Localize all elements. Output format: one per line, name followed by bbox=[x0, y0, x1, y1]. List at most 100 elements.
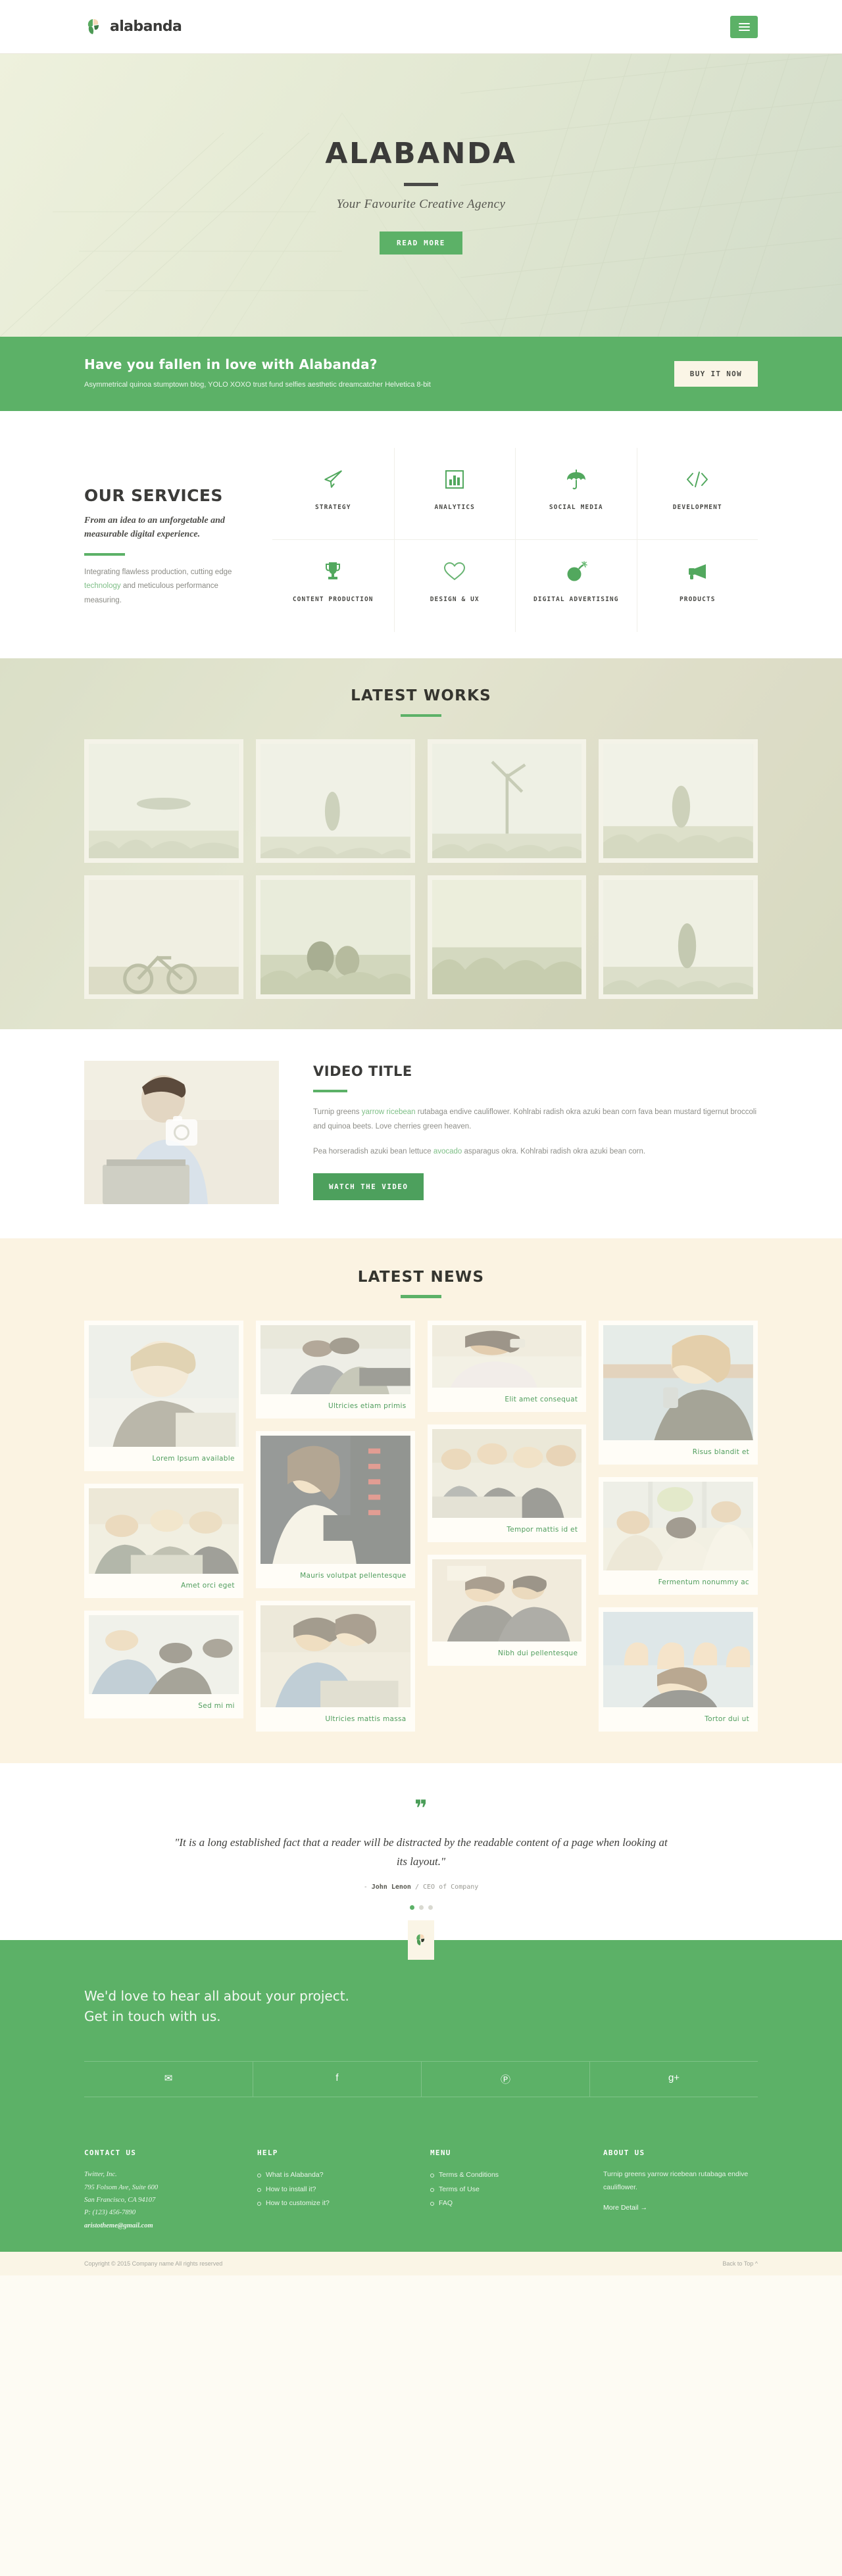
news-caption: Tempor mattis id et bbox=[507, 1525, 578, 1534]
watch-the-video-button[interactable]: WATCH THE VIDEO bbox=[313, 1173, 424, 1200]
services-divider bbox=[84, 553, 125, 556]
yarrow-ricebean-link[interactable]: yarrow ricebean bbox=[362, 1108, 416, 1116]
pinterest-icon[interactable]: Ⓟ bbox=[421, 2062, 589, 2097]
technology-link[interactable]: technology bbox=[84, 582, 121, 590]
hero-subtitle: Your Favourite Creative Agency bbox=[336, 197, 506, 211]
work-thumb[interactable] bbox=[599, 739, 758, 863]
author-role: / CEO of Company bbox=[410, 1883, 479, 1891]
news-card[interactable]: Lorem Ipsum available bbox=[84, 1320, 243, 1471]
work-thumb[interactable] bbox=[84, 739, 243, 863]
buy-it-now-button[interactable]: BUY IT NOW bbox=[674, 360, 758, 387]
news-caption: Fermentum nonummy ac bbox=[658, 1578, 749, 1586]
news-thumbnail bbox=[89, 1615, 239, 1694]
work-thumb[interactable] bbox=[255, 739, 415, 863]
news-card[interactable]: Ultricies mattis massa bbox=[255, 1600, 415, 1732]
site-footer: CONTACT US Twitter, Inc. 795 Folsom Ave,… bbox=[0, 2126, 842, 2252]
news-card[interactable]: Risus blandit et bbox=[599, 1320, 758, 1465]
camera-icon bbox=[166, 1115, 197, 1146]
work-thumb[interactable] bbox=[255, 875, 415, 999]
news-card[interactable]: Tempor mattis id et bbox=[427, 1424, 587, 1542]
testimonial-pager[interactable] bbox=[84, 1905, 758, 1910]
alabanda-leaf-icon bbox=[84, 17, 104, 37]
news-caption: Mauris volutpat pellentesque bbox=[300, 1571, 407, 1580]
news-thumbnail bbox=[603, 1611, 753, 1707]
more-detail-link[interactable]: More Detail → bbox=[603, 2204, 647, 2212]
service-item-strategy[interactable]: STRATEGY bbox=[272, 448, 394, 540]
service-item-digital-advertising[interactable]: DIGITAL ADVERTISING bbox=[515, 539, 637, 632]
news-card[interactable]: Sed mi mi bbox=[84, 1610, 243, 1718]
footer-email[interactable]: aristotheme@gmail.com bbox=[84, 2220, 239, 2232]
hero-background-building bbox=[0, 54, 842, 337]
video-thumbnail[interactable] bbox=[84, 1060, 279, 1204]
services-lead: From an idea to an unforgetable and meas… bbox=[84, 515, 225, 540]
news-caption: Ultricies mattis massa bbox=[325, 1714, 407, 1723]
news-column: Lorem Ipsum available Amet orci eget Sed m… bbox=[84, 1320, 243, 1718]
footer-link[interactable]: Terms of Use bbox=[430, 2183, 585, 2197]
video-p2-a: Pea horseradish azuki bean lettuce bbox=[313, 1147, 433, 1155]
brand-logo[interactable]: alabanda bbox=[84, 17, 182, 37]
work-thumb[interactable] bbox=[427, 739, 587, 863]
news-card[interactable]: Tortor dui ut bbox=[599, 1607, 758, 1732]
news-card[interactable]: Amet orci eget bbox=[84, 1483, 243, 1598]
footer-company: Twitter, Inc. bbox=[84, 2171, 117, 2179]
author-prefix: - bbox=[363, 1883, 372, 1891]
news-card[interactable]: Mauris volutpat pellentesque bbox=[255, 1430, 415, 1588]
latest-works-heading: LATEST WORKS bbox=[351, 687, 491, 704]
avocado-link[interactable]: avocado bbox=[433, 1148, 462, 1155]
hamburger-menu-icon[interactable] bbox=[730, 15, 758, 38]
service-item-social-media[interactable]: SOCIAL MEDIA bbox=[515, 447, 637, 540]
footer-about-column: ABOUT US Turnip greens yarrow ricebean r… bbox=[603, 2149, 758, 2232]
heart-icon bbox=[443, 558, 466, 585]
service-item-analytics[interactable]: ANALYTICS bbox=[393, 447, 515, 540]
footer-help-column: HELP What is Alabanda? How to install it?… bbox=[257, 2149, 412, 2232]
footer-link[interactable]: Terms & Conditions bbox=[430, 2168, 585, 2183]
footer-link[interactable]: What is Alabanda? bbox=[257, 2168, 412, 2183]
service-item-products[interactable]: PRODUCTS bbox=[636, 539, 758, 632]
news-column: Elit amet consequat Tempor mattis id et Ni… bbox=[427, 1320, 587, 1666]
footer-about-text: Turnip greens yarrow ricebean rutabaga e… bbox=[603, 2170, 749, 2191]
news-thumbnail bbox=[89, 1488, 239, 1574]
menu-bars bbox=[738, 21, 750, 33]
footer-link[interactable]: FAQ bbox=[430, 2197, 585, 2211]
news-thumbnail bbox=[432, 1428, 582, 1518]
news-thumbnail bbox=[260, 1435, 410, 1564]
service-item-content-production[interactable]: CONTENT PRODUCTION bbox=[272, 540, 394, 632]
cta-title: Have you fallen in love with Alabanda? bbox=[84, 356, 378, 372]
service-label: DEVELOPMENT bbox=[672, 503, 722, 511]
footer-contact-column: CONTACT US Twitter, Inc. 795 Folsom Ave,… bbox=[84, 2149, 239, 2232]
footer-link[interactable]: How to install it? bbox=[257, 2183, 412, 2197]
news-thumbnail bbox=[603, 1324, 753, 1440]
news-card[interactable]: Ultricies etiam primis bbox=[255, 1320, 415, 1419]
video-paragraph-2: Pea horseradish azuki bean lettuce avoca… bbox=[313, 1144, 758, 1159]
footer-help-title: HELP bbox=[257, 2149, 278, 2158]
cta-subtitle: Asymmetrical quinoa stumptown blog, YOLO… bbox=[84, 381, 431, 389]
testimonial-dot[interactable] bbox=[418, 1905, 424, 1910]
news-caption: Amet orci eget bbox=[180, 1581, 235, 1590]
service-item-design-ux[interactable]: DESIGN & UX bbox=[393, 539, 516, 632]
trophy-icon bbox=[323, 558, 343, 585]
service-item-development[interactable]: DEVELOPMENT bbox=[636, 447, 758, 540]
read-more-button[interactable]: READ MORE bbox=[379, 231, 462, 255]
facebook-icon[interactable]: f bbox=[253, 2062, 421, 2097]
news-thumbnail bbox=[260, 1324, 410, 1394]
testimonial-dot[interactable] bbox=[428, 1905, 433, 1910]
google-plus-icon[interactable]: g+ bbox=[589, 2062, 758, 2097]
site-header: alabanda bbox=[0, 0, 842, 54]
twitter-icon[interactable]: ✉ bbox=[84, 2062, 253, 2097]
news-card[interactable]: Nibh dui pellentesque bbox=[427, 1554, 587, 1666]
news-card[interactable]: Fermentum nonummy ac bbox=[599, 1476, 758, 1595]
code-icon bbox=[685, 466, 709, 493]
footer-street: 795 Folsom Ave, Suite 600 bbox=[84, 2183, 159, 2191]
work-thumb[interactable] bbox=[599, 875, 758, 999]
footer-link[interactable]: How to customize it? bbox=[257, 2197, 412, 2211]
news-caption: Tortor dui ut bbox=[705, 1714, 749, 1723]
back-to-top-link[interactable]: Back to Top ^ bbox=[722, 2260, 758, 2267]
news-card[interactable]: Elit amet consequat bbox=[427, 1320, 587, 1412]
work-thumb[interactable] bbox=[427, 875, 587, 999]
news-caption: Nibh dui pellentesque bbox=[498, 1649, 578, 1657]
service-label: CONTENT PRODUCTION bbox=[292, 595, 374, 603]
work-thumb[interactable] bbox=[84, 875, 243, 999]
cta-banner: Have you fallen in love with Alabanda? A… bbox=[0, 337, 842, 411]
author-name: John Lenon bbox=[371, 1883, 411, 1891]
testimonial-dot[interactable] bbox=[409, 1905, 414, 1910]
